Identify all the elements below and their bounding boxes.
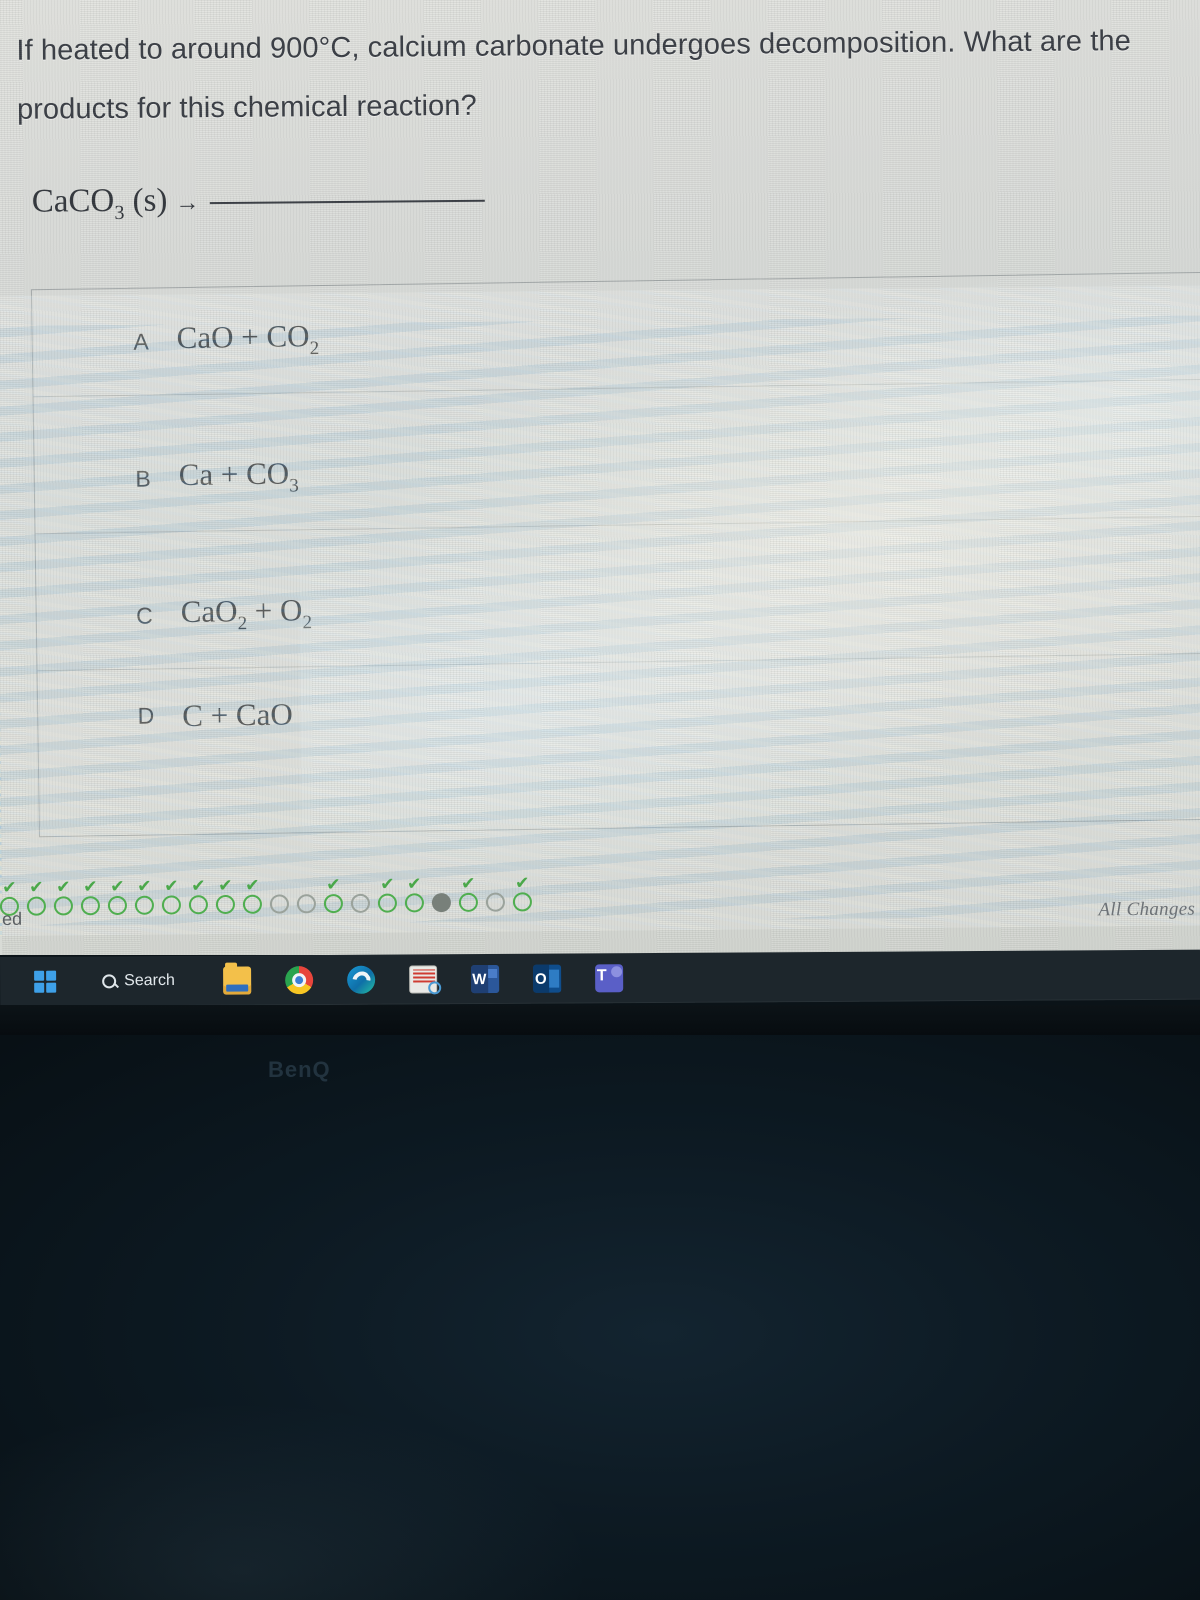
check-icon: ✔	[191, 876, 206, 897]
equation-state: (s)	[124, 182, 168, 219]
progress-dot-ring	[215, 894, 236, 915]
check-icon: ✔	[407, 874, 422, 895]
screenshot-root: If heated to around 900°C, calcium carbo…	[0, 0, 1200, 1600]
progress-dot-17[interactable]: ✔	[428, 870, 455, 913]
desk-glare-overlay	[0, 1005, 1200, 1600]
option-d-text: C + CaO	[181, 695, 293, 733]
taskbar-pinned-apps	[222, 964, 623, 995]
check-icon: ✔	[245, 875, 260, 896]
progress-dot-ring	[134, 895, 155, 915]
progress-dot-ring	[404, 893, 425, 913]
progress-dot-ring	[53, 896, 74, 916]
windows-taskbar[interactable]: Search	[0, 949, 1200, 1007]
question-line-1: If heated to around 900°C, calcium carbo…	[16, 25, 1131, 67]
windows-start-icon	[34, 970, 57, 993]
taskbar-search[interactable]: Search	[102, 959, 175, 1003]
equation-formula: CaCO	[31, 182, 115, 220]
progress-dot-3[interactable]: ✔	[50, 873, 77, 916]
question-progress-dots[interactable]: ✔✔✔✔✔✔✔✔✔✔✔✔✔✔✔✔✔✔✔✔	[0, 867, 536, 916]
check-icon: ✔	[218, 875, 233, 897]
option-a[interactable]: A CaO + CO2	[31, 272, 1200, 398]
progress-dot-16[interactable]: ✔	[401, 870, 428, 913]
option-a-text: CaO + CO2	[176, 318, 320, 360]
check-icon: ✔	[56, 877, 71, 898]
app-icon[interactable]	[408, 965, 437, 994]
question-text: If heated to around 900°C, calcium carbo…	[16, 11, 1200, 140]
word-icon[interactable]	[470, 964, 499, 994]
check-icon: ✔	[2, 877, 17, 898]
check-icon: ✔	[83, 877, 98, 898]
search-icon	[102, 974, 117, 989]
progress-dot-8[interactable]: ✔	[185, 872, 212, 915]
option-b-letter: B	[135, 465, 151, 492]
save-status-text: All Changes S	[1098, 898, 1200, 921]
option-c-text: CaO2 + O2	[180, 592, 313, 635]
progress-dot-12[interactable]: ✔	[293, 871, 320, 914]
progress-dot-ring	[512, 892, 533, 912]
option-d[interactable]: D C + CaO	[37, 647, 1200, 771]
chrome-icon[interactable]	[284, 966, 313, 995]
check-icon: ✔	[110, 876, 125, 898]
file-explorer-icon[interactable]	[222, 966, 251, 995]
monitor-bezel	[0, 1005, 1200, 1035]
edge-icon[interactable]	[346, 965, 375, 994]
option-d-letter: D	[137, 702, 155, 729]
status-left-text: ed	[1, 908, 23, 929]
progress-dot-15[interactable]: ✔	[374, 870, 401, 913]
progress-dot-10[interactable]: ✔	[239, 872, 266, 914]
progress-dot-ring	[458, 892, 479, 912]
progress-dot-11[interactable]: ✔	[266, 871, 293, 914]
progress-dot-ring	[350, 893, 371, 913]
check-icon: ✔	[326, 875, 341, 896]
progress-dot-13[interactable]: ✔	[320, 871, 347, 914]
equation-arrow-icon: →	[175, 189, 200, 217]
progress-dot-ring	[188, 895, 209, 915]
progress-dot-ring	[107, 895, 128, 916]
check-icon: ✔	[29, 877, 44, 898]
progress-dot-ring	[377, 893, 398, 913]
outlook-icon[interactable]	[532, 964, 561, 993]
progress-dot-6[interactable]: ✔	[131, 873, 158, 915]
reaction-equation: CaCO3 (s) →	[32, 180, 485, 226]
desk-area: BenQ -12788578 (VP) for billing VAS Serv…	[0, 1005, 1200, 1600]
progress-dot-ring	[80, 896, 101, 916]
progress-dot-ring	[485, 892, 506, 912]
progress-dot-ring	[296, 894, 317, 914]
progress-dot-ring	[269, 894, 290, 914]
teams-icon[interactable]	[594, 964, 623, 993]
screen-surface: If heated to around 900°C, calcium carbo…	[0, 0, 1200, 955]
option-b[interactable]: B Ca + CO3	[33, 409, 1200, 535]
equation-subscript: 3	[114, 201, 125, 224]
check-icon: ✔	[164, 876, 179, 897]
option-a-letter: A	[133, 328, 149, 355]
search-label: Search	[124, 971, 175, 990]
progress-dot-ring	[242, 894, 263, 914]
question-line-2: products for this chemical reaction?	[16, 89, 477, 126]
progress-dot-ring	[431, 893, 452, 913]
progress-dot-5[interactable]: ✔	[104, 873, 131, 916]
monitor-brand-label: BenQ	[268, 1057, 331, 1082]
progress-dot-18[interactable]: ✔	[455, 870, 482, 912]
check-icon: ✔	[380, 874, 395, 895]
progress-dot-7[interactable]: ✔	[158, 872, 185, 915]
progress-dot-2[interactable]: ✔	[23, 874, 50, 916]
progress-dot-4[interactable]: ✔	[77, 873, 104, 916]
check-icon: ✔	[515, 873, 530, 894]
option-c-letter: C	[135, 602, 153, 629]
progress-dot-19[interactable]: ✔	[482, 870, 509, 912]
progress-dot-ring	[161, 895, 182, 915]
start-button[interactable]	[22, 960, 68, 1004]
progress-dot-14[interactable]: ✔	[347, 871, 374, 913]
progress-dot-9[interactable]: ✔	[212, 872, 239, 915]
progress-dot-20[interactable]: ✔	[509, 869, 536, 912]
answer-options-card: A CaO + CO2 B Ca + CO3 C CaO2 + O2 D C +…	[30, 271, 1200, 838]
progress-dot-ring	[323, 893, 344, 914]
check-icon: ✔	[137, 876, 152, 897]
answer-blank[interactable]	[209, 199, 485, 205]
monitor-screen: If heated to around 900°C, calcium carbo…	[0, 0, 1200, 955]
progress-dot-ring	[26, 896, 47, 916]
check-icon: ✔	[461, 873, 476, 894]
option-b-text: Ca + CO3	[178, 455, 299, 497]
